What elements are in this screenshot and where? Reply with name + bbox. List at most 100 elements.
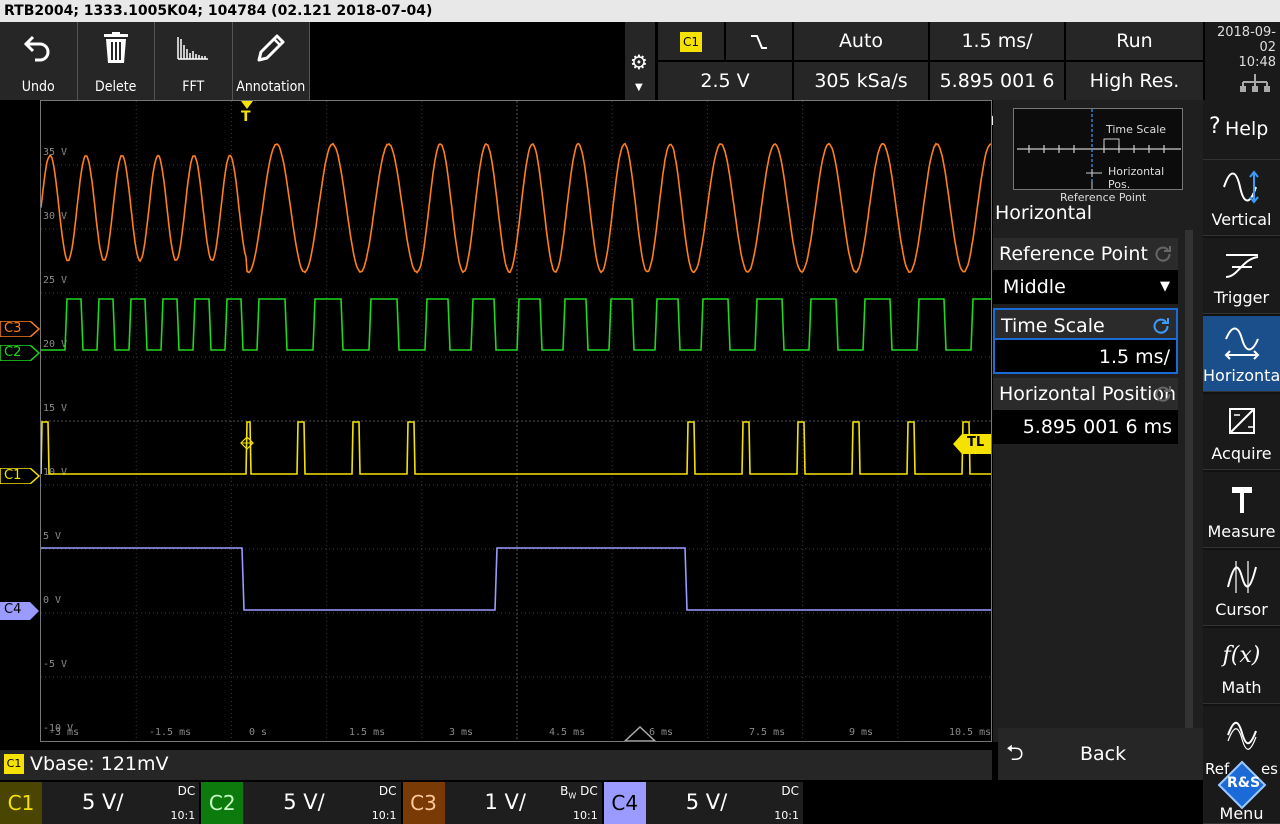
menu-label: Menu — [1203, 804, 1280, 823]
y-tick-label: -5 V — [43, 659, 67, 670]
panel-title: Horizontal — [995, 202, 1092, 224]
channel-c3-coupling-value: DC — [580, 784, 598, 798]
annotation-label: Annotation — [233, 79, 310, 95]
time-scale-row: Time Scale — [993, 308, 1178, 340]
pencil-icon — [233, 30, 310, 66]
channel-bar: C1 5 V/ DC 10:1 C2 5 V/ DC 10:1 C3 1 V/ … — [0, 782, 805, 824]
horizontal-diagram: Time Scale Horizontal Pos. Reference Poi… — [1013, 108, 1183, 190]
channel-c3-box[interactable]: C3 1 V/ BW DC 10:1 — [403, 782, 602, 824]
channel-tag-c4[interactable]: C4 — [0, 602, 36, 618]
trigger-level-marker[interactable]: TL — [953, 434, 991, 454]
side-menu-cursor[interactable]: Cursor — [1203, 550, 1280, 626]
channel-c3-bw-sub: W — [568, 791, 576, 800]
side-menu-horizontal[interactable]: Horizontal — [1203, 316, 1280, 392]
measure-label: Measure — [1203, 522, 1280, 541]
back-arrow-icon: ⮌ — [1006, 728, 1024, 780]
x-tick-label: 4.5 ms — [549, 727, 585, 738]
reference-point-value: Middle — [1003, 276, 1066, 298]
horizontal-position-readout[interactable]: 5.895 001 6 ms — [930, 62, 1064, 100]
channel-c2-box[interactable]: C2 5 V/ DC 10:1 — [201, 782, 400, 824]
channel-tag-c4-label: C4 — [4, 602, 21, 617]
x-tick-label: -1.5 ms — [149, 727, 191, 738]
channel-tag-c1[interactable]: C1 — [0, 468, 36, 484]
vertical-label: Vertical — [1203, 210, 1280, 229]
acquire-label: Acquire — [1203, 444, 1280, 463]
time-scale-label: Time Scale — [1001, 315, 1105, 337]
fft-button[interactable]: FFT — [155, 22, 233, 100]
side-menu-math[interactable]: f(x) Math — [1203, 628, 1280, 704]
settings-button[interactable]: ⚙ ▼ — [625, 22, 655, 100]
trigger-level-readout[interactable]: 2.5 V — [658, 62, 792, 100]
channel-c1-box[interactable]: C1 5 V/ DC 10:1 — [0, 782, 199, 824]
channel-c1-name: C1 — [0, 782, 42, 824]
waveform-display[interactable]: 35 V 30 V 25 V 20 V 15 V 10 V5 V0 V -5 V -10 V … — [40, 100, 992, 742]
channel-c2-name: C2 — [201, 782, 243, 824]
channel-c4-coupling: DC — [781, 784, 799, 798]
side-menu-vertical[interactable]: Vertical — [1203, 160, 1280, 236]
channel-c3-probe: 10:1 — [573, 809, 598, 822]
reset-icon[interactable] — [1154, 245, 1172, 263]
channel-tag-c2[interactable]: C2 — [0, 345, 36, 361]
acquisition-mode[interactable]: High Res. — [1066, 62, 1203, 100]
trigger-mode[interactable]: Auto — [794, 22, 928, 60]
sample-rate-readout: 305 kSa/s — [794, 62, 928, 100]
math-icon: f(x) — [1203, 634, 1280, 676]
network-icon — [1240, 74, 1270, 92]
graticule — [41, 101, 992, 742]
time-scale-readout[interactable]: 1.5 ms/ — [930, 22, 1064, 60]
back-label: Back — [1080, 728, 1126, 780]
y-tick-label: 30 V — [43, 211, 67, 222]
trigger-position-marker[interactable]: T — [240, 100, 254, 130]
horizontal-label: Horizontal — [1203, 366, 1280, 385]
back-button[interactable]: ⮌ Back — [998, 728, 1203, 780]
undo-button[interactable]: Undo — [0, 22, 78, 100]
x-tick-label: 3 ms — [449, 727, 473, 738]
x-axis-labels: -3 ms -1.5 ms 0 s 1.5 ms 3 ms 4.5 ms 6 ms 7.5 m… — [49, 727, 991, 738]
reset-icon[interactable] — [1154, 385, 1172, 403]
channel-tag-c3[interactable]: C3 — [0, 321, 36, 337]
x-tick-label: 7.5 ms — [749, 727, 785, 738]
time-scale-input[interactable]: 1.5 ms/ — [993, 340, 1178, 374]
horizontal-settings-panel: Time Scale Horizontal Pos. Reference Poi… — [993, 100, 1203, 742]
date: 2018-09-02 — [1205, 22, 1276, 55]
channel-tag-c1-label: C1 — [4, 468, 21, 483]
vbase-channel-badge: C1 — [4, 754, 24, 774]
channel-c3-name: C3 — [403, 782, 445, 824]
annotation-button[interactable]: Annotation — [233, 22, 311, 100]
channel-tag-c3-label: C3 — [4, 321, 21, 336]
channel-c4-scale: 5 V/ — [686, 790, 727, 814]
run-state[interactable]: Run — [1066, 22, 1203, 60]
reference-point-label: Reference Point — [999, 243, 1148, 265]
trigger-source[interactable]: C1 — [658, 22, 724, 60]
delete-button[interactable]: Delete — [78, 22, 156, 100]
y-tick-label: 35 V — [43, 147, 67, 158]
waveform-canvas[interactable]: 35 V30 V25 V20 V15 V10 V5 V0 V-5 V-10 V … — [41, 101, 992, 742]
reset-icon[interactable] — [1152, 317, 1170, 335]
diagram-time-scale: Time Scale — [1106, 123, 1166, 136]
horizontal-position-input[interactable]: 5.895 001 6 ms — [993, 410, 1178, 444]
y-axis-labels: 35 V30 V25 V20 V15 V10 V5 V0 V-5 V-10 V — [43, 147, 73, 734]
channel-c4-box[interactable]: C4 5 V/ DC 10:1 — [604, 782, 803, 824]
reference-icon — [1203, 712, 1280, 754]
side-menu-trigger[interactable]: Trigger — [1203, 238, 1280, 314]
time: 10:48 — [1205, 55, 1276, 70]
panel-scrollbar[interactable] — [1185, 230, 1193, 730]
help-button[interactable]: ? Help — [1203, 100, 1280, 160]
trigger-slope[interactable] — [726, 22, 792, 60]
channel-tag-c2-label: C2 — [4, 345, 21, 360]
side-menu-acquire[interactable]: Acquire — [1203, 394, 1280, 470]
rs-logo: R&S — [1217, 760, 1267, 810]
y-tick-label: 0 V — [43, 595, 61, 606]
channel-c4-name: C4 — [604, 782, 646, 824]
y-tick-label: 5 V — [43, 531, 61, 542]
gear-icon: ⚙ — [630, 50, 648, 74]
x-tick-label: 0 s — [249, 727, 267, 738]
question-mark-icon: ? — [1209, 114, 1221, 139]
reference-point-select[interactable]: Middle ▼ — [993, 270, 1178, 304]
vbase-value[interactable]: Vbase: 121mV — [30, 750, 169, 778]
side-menu-measure[interactable]: Measure — [1203, 472, 1280, 548]
date-time: 2018-09-02 10:48 — [1205, 22, 1280, 100]
trigger-icon — [1203, 244, 1280, 286]
delete-label: Delete — [78, 79, 155, 95]
side-menu-ref-menu[interactable]: Ref es R&S Menu — [1203, 706, 1280, 824]
